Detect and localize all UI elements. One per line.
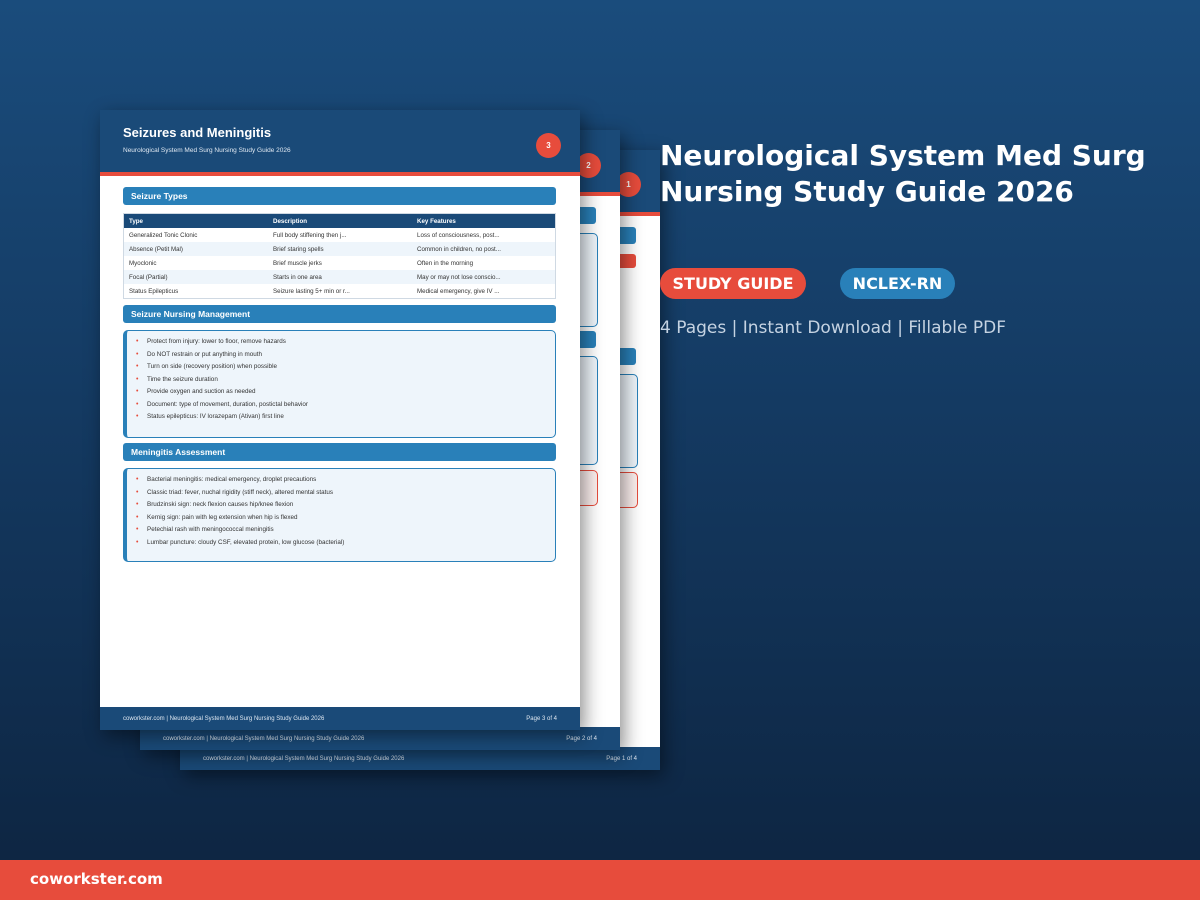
table-cell: Generalized Tonic Clonic [129,231,198,239]
table-cell: Brief muscle jerks [273,259,322,267]
table-cell: May or may not lose conscio... [412,270,556,284]
table-cell: Starts in one area [268,270,412,284]
table-row: Generalized Tonic Clonic Full body stiff… [124,228,556,242]
table-cell: Medical emergency, give IV ... [417,287,500,295]
list-item: Provide oxygen and suction as needed [136,386,555,399]
seizure-management-list: Protect from injury: lower to floor, rem… [123,330,556,438]
page-3-subtitle: Neurological System Med Surg Nursing Stu… [123,147,291,154]
table-cell: Brief staring spells [268,242,412,256]
list-item: Do NOT restrain or put anything in mouth [136,349,555,362]
section-title-seizure-management: Seizure Nursing Management [123,305,556,323]
table-row: Focal (Partial) Starts in one area May o… [123,270,556,284]
page-3-footer-left: coworkster.com | Neurological System Med… [123,716,325,722]
page-1-footer-left: coworkster.com | Neurological System Med… [203,756,405,762]
table-cell: Absence (Petit Mal) [123,242,268,256]
product-meta: 4 Pages | Instant Download | Fillable PD… [660,318,1007,338]
table-row: Absence (Petit Mal) Brief staring spells… [123,242,556,256]
page-1-footer-right: Page 1 of 4 [606,756,637,762]
table-cell: Focal (Partial) [123,270,268,284]
table-cell: Often in the morning [417,259,474,267]
seizure-types-table: Type Description Key Features Generalize… [123,213,556,299]
page-2-footer-left: coworkster.com | Neurological System Med… [163,736,365,742]
list-item: Petechial rash with meningococcal mening… [136,524,555,537]
table-row: Myoclonic Brief muscle jerks Often in th… [124,256,556,270]
list-item: Kernig sign: pain with leg extension whe… [136,512,555,525]
page-3-preview: Seizures and Meningitis Neurological Sys… [100,110,580,730]
list-item: Document: type of movement, duration, po… [136,399,555,412]
page-3-footer-right: Page 3 of 4 [526,716,557,722]
table-cell: Status Epilepticus [129,287,179,295]
table-header-cell: Key Features [412,213,556,228]
table-header-cell: Description [268,213,412,228]
table-cell: Myoclonic [129,259,157,267]
nclex-rn-badge: NCLEX-RN [840,268,955,299]
brand-footer-band: coworkster.com [0,860,1200,900]
table-cell: Full body stiffening then j... [273,231,347,239]
page-3-number: 3 [536,133,561,158]
page-2-footer: coworkster.com | Neurological System Med… [140,727,620,750]
product-title: Neurological System Med Surg Nursing Stu… [660,139,1146,208]
list-item: Brudzinski sign: neck flexion causes hip… [136,499,555,512]
page-2-footer-right: Page 2 of 4 [566,736,597,742]
list-item: Turn on side (recovery position) when po… [136,361,555,374]
meningitis-assessment-list: Bacterial meningitis: medical emergency,… [123,468,556,562]
page-3-title: Seizures and Meningitis [123,125,272,140]
table-row: Status Epilepticus Seizure lasting 5+ mi… [124,284,556,299]
list-item: Lumbar puncture: cloudy CSF, elevated pr… [136,537,555,550]
list-item: Protect from injury: lower to floor, rem… [136,336,555,349]
table-cell: Seizure lasting 5+ min or r... [273,287,350,295]
page-1-footer: coworkster.com | Neurological System Med… [180,747,660,770]
list-item: Time the seizure duration [136,374,555,387]
page-3-header [100,110,580,176]
list-item: Classic triad: fever, nuchal rigidity (s… [136,487,555,500]
table-header-cell: Type [123,213,268,228]
list-item: Bacterial meningitis: medical emergency,… [136,474,555,487]
study-guide-badge: STUDY GUIDE [660,268,806,299]
table-cell: Common in children, no post... [412,242,556,256]
table-header-row: Type Description Key Features [123,213,556,228]
brand-name: coworkster.com [30,870,163,888]
table-cell: Loss of consciousness, post... [417,231,500,239]
page-3-footer: coworkster.com | Neurological System Med… [100,707,580,730]
section-title-meningitis: Meningitis Assessment [123,443,556,461]
section-title-seizure-types: Seizure Types [123,187,556,205]
list-item: Status epilepticus: IV lorazepam (Ativan… [136,411,555,424]
